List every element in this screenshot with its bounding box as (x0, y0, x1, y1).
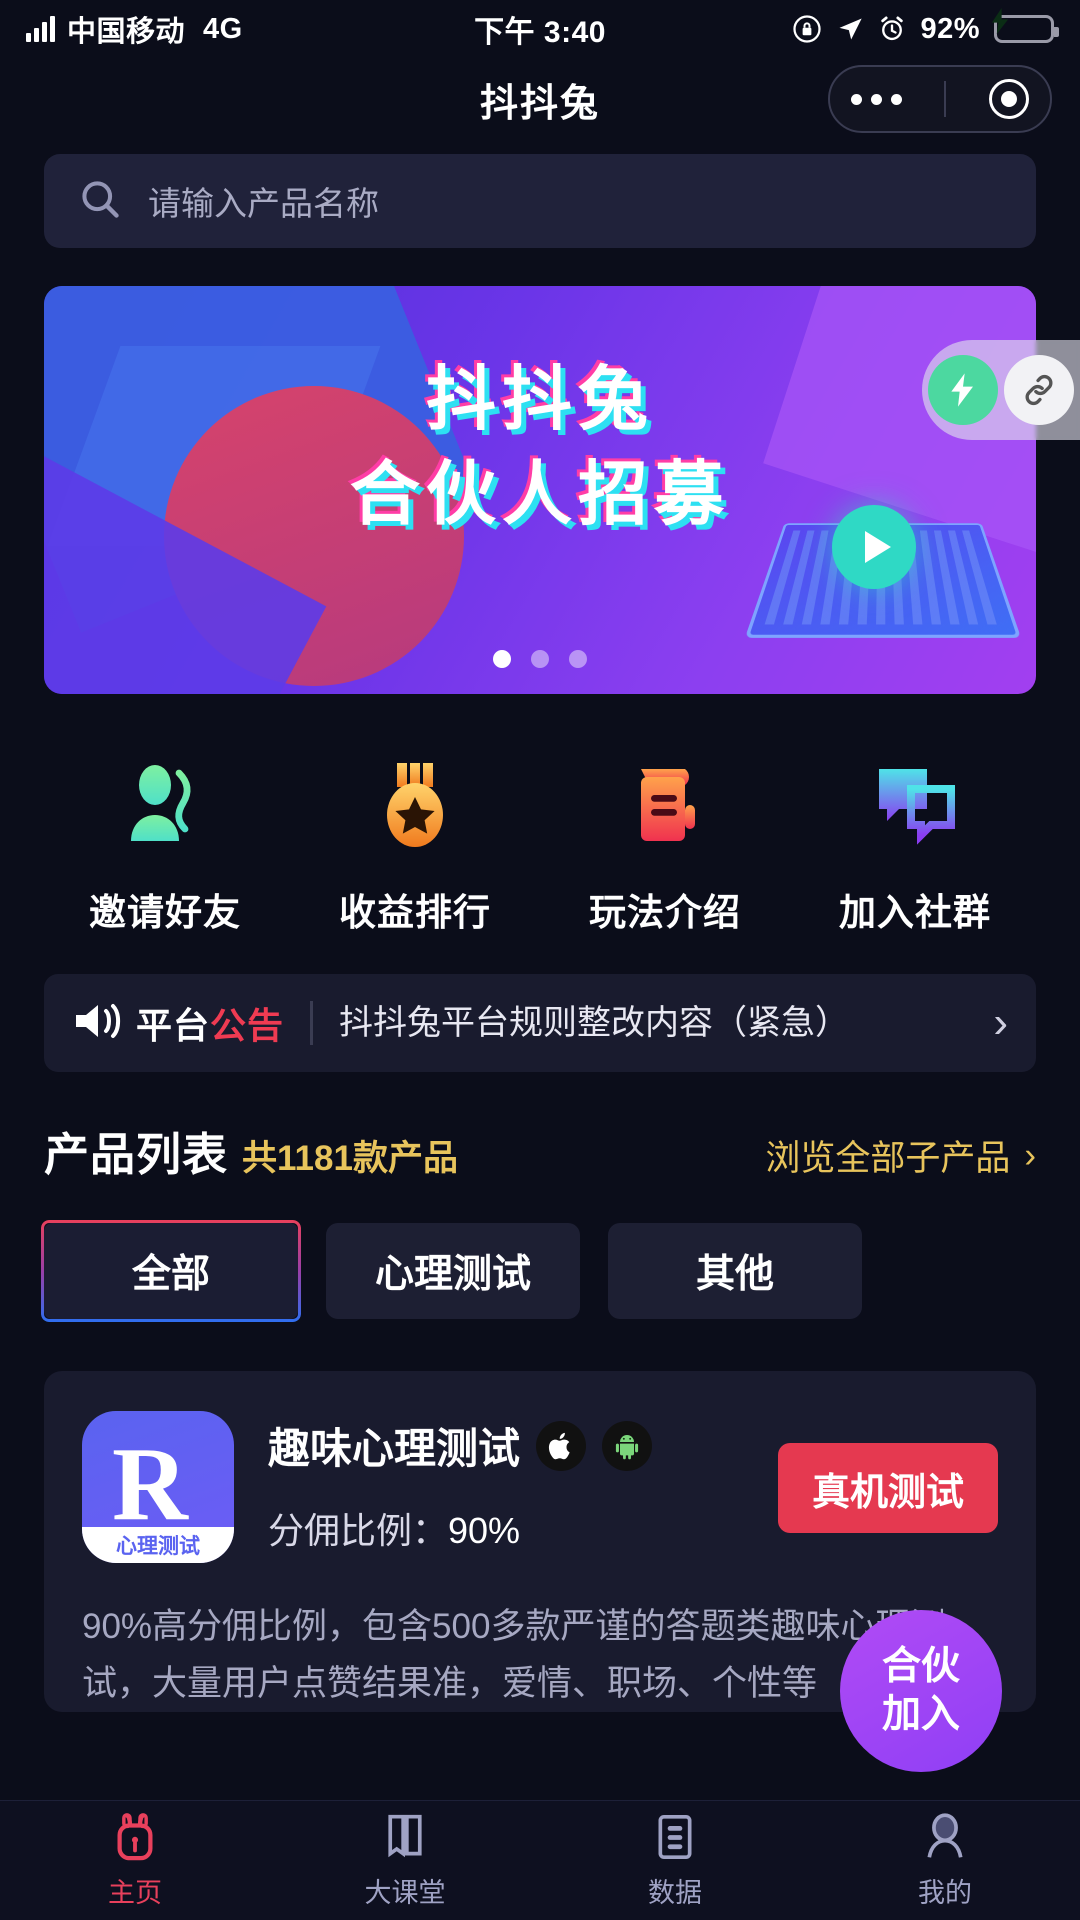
person-profile-icon (922, 1811, 968, 1863)
announcement-tag-white: 平台 (136, 1005, 211, 1046)
rotation-lock-icon (792, 14, 822, 44)
commission-value: 90% (448, 1510, 521, 1551)
speaker-icon (72, 999, 124, 1048)
announcement-list[interactable]: 抖抖兔平台规则整改内容（紧急） 8月25日抖抖兔首月招募 (339, 974, 975, 1072)
browse-all-label: 浏览全部子产品 (765, 1139, 1011, 1178)
announcement-item: 抖抖兔平台规则整改内容（紧急） (339, 1004, 850, 1042)
search-bar[interactable]: 请输入产品名称 (44, 154, 1036, 248)
quick-action-ranking[interactable]: 收益排行 (315, 750, 515, 936)
android-icon (602, 1420, 653, 1471)
carrier-label: 中国移动 (67, 16, 186, 48)
filter-tab-psych-test[interactable]: 心理测试 (326, 1223, 580, 1319)
announcement-bar[interactable]: 平台公告 抖抖兔平台规则整改内容（紧急） 8月25日抖抖兔首月招募 › (44, 974, 1036, 1072)
announcement-divider (310, 1001, 314, 1045)
tabbar-label: 数据 (648, 1878, 702, 1908)
target-circle-icon[interactable] (988, 79, 1029, 119)
commission-label: 分佣比例： (268, 1510, 449, 1551)
link-chain-icon[interactable] (1004, 355, 1074, 425)
book-icon (382, 1811, 428, 1863)
scroll-guide-icon (617, 750, 713, 860)
quick-action-invite[interactable]: 邀请好友 (65, 750, 265, 936)
product-list-title: 产品列表 (44, 1129, 229, 1180)
tabbar-item-profile[interactable]: 我的 (810, 1811, 1080, 1910)
status-bar-right: 92% (711, 8, 1060, 46)
floating-assist-widget[interactable] (922, 340, 1080, 440)
chevron-right-icon[interactable]: › (993, 998, 1008, 1048)
announcement-tag-red: 公告 (210, 1005, 285, 1046)
tabbar-item-classroom[interactable]: 大课堂 (270, 1811, 540, 1910)
chat-group-icon (867, 750, 963, 860)
status-bar: 中国移动 4G 下午 3:40 92% (0, 0, 1080, 58)
quick-action-guide[interactable]: 玩法介绍 (565, 750, 765, 936)
fab-line-1: 合伙 (881, 1644, 960, 1688)
product-count-label: 共1181款产品 (242, 1139, 458, 1178)
search-icon (78, 177, 122, 226)
category-filter-tabs: 全部 心理测试 其他 (44, 1223, 1036, 1319)
promo-banner[interactable]: 抖抖兔 合伙人招募 (44, 286, 1036, 694)
miniprogram-capsule[interactable] (828, 65, 1052, 133)
tabbar-label: 我的 (918, 1878, 972, 1908)
bottom-tab-bar: 主页 大课堂 数据 我的 (0, 1800, 1080, 1920)
alarm-clock-icon (878, 15, 906, 43)
quick-action-label: 收益排行 (339, 892, 491, 933)
clipboard-data-icon (653, 1811, 697, 1863)
tabbar-label: 主页 (108, 1878, 162, 1908)
app-icon-caption: 心理测试 (82, 1527, 234, 1563)
banner-line-2: 合伙人招募 (350, 454, 730, 533)
status-bar-left: 中国移动 4G (26, 8, 369, 50)
quick-actions-row: 邀请好友 收益排行 玩法介绍 加入社群 (0, 750, 1080, 936)
quick-action-community[interactable]: 加入社群 (815, 750, 1015, 936)
join-partner-fab[interactable]: 合伙 加入 (840, 1610, 1002, 1773)
quick-action-label: 玩法介绍 (589, 892, 741, 933)
battery-charging-icon (991, 8, 1060, 43)
product-app-icon: R 心理测试 (82, 1411, 234, 1563)
status-bar-clock: 下午 3:40 (474, 16, 606, 49)
real-device-test-button[interactable]: 真机测试 (778, 1443, 998, 1533)
app-icon-mark: R (112, 1425, 188, 1542)
product-name: 趣味心理测试 (268, 1425, 521, 1472)
banner-text: 抖抖兔 合伙人招募 (44, 358, 1036, 535)
rabbit-home-icon (111, 1811, 159, 1863)
network-label: 4G (203, 12, 243, 45)
quick-action-label: 邀请好友 (89, 892, 241, 933)
carousel-dot[interactable] (569, 650, 587, 668)
announcement-tag: 平台公告 (72, 997, 284, 1049)
more-dots-icon[interactable] (851, 93, 903, 105)
location-arrow-icon (836, 15, 864, 43)
app-header: 抖抖兔 (0, 58, 1080, 140)
quick-action-label: 加入社群 (839, 892, 991, 933)
signal-icon (26, 16, 55, 42)
filter-tab-all[interactable]: 全部 (44, 1223, 298, 1319)
browse-all-link[interactable]: 浏览全部子产品 › (765, 1130, 1036, 1181)
battery-percent-label: 92% (920, 12, 981, 45)
capsule-divider (944, 81, 947, 117)
tabbar-label: 大课堂 (364, 1878, 446, 1908)
fab-line-2: 加入 (881, 1693, 960, 1737)
tabbar-item-data[interactable]: 数据 (540, 1811, 810, 1910)
announcement-tag-text: 平台公告 (136, 997, 284, 1049)
carousel-dot[interactable] (493, 650, 511, 668)
tabbar-item-home[interactable]: 主页 (0, 1811, 270, 1910)
apple-icon (536, 1420, 587, 1471)
carousel-dot[interactable] (531, 650, 549, 668)
filter-tab-other[interactable]: 其他 (608, 1223, 862, 1319)
banner-line-1: 抖抖兔 (426, 360, 654, 438)
chevron-right-icon: › (1024, 1135, 1036, 1175)
product-section-header: 产品列表 共1181款产品 浏览全部子产品 › (44, 1118, 1036, 1183)
page-title: 抖抖兔 (479, 82, 600, 125)
medal-ranking-icon (367, 750, 463, 860)
search-input[interactable]: 请输入产品名称 (148, 177, 379, 225)
product-card[interactable]: R 心理测试 趣味心理测试 分佣比例：90% 真机测试 90%高分佣比例，包含5… (44, 1371, 1036, 1773)
carousel-dots[interactable] (44, 650, 1036, 668)
invite-friend-icon (117, 750, 213, 860)
lightning-bolt-icon[interactable] (928, 355, 998, 425)
